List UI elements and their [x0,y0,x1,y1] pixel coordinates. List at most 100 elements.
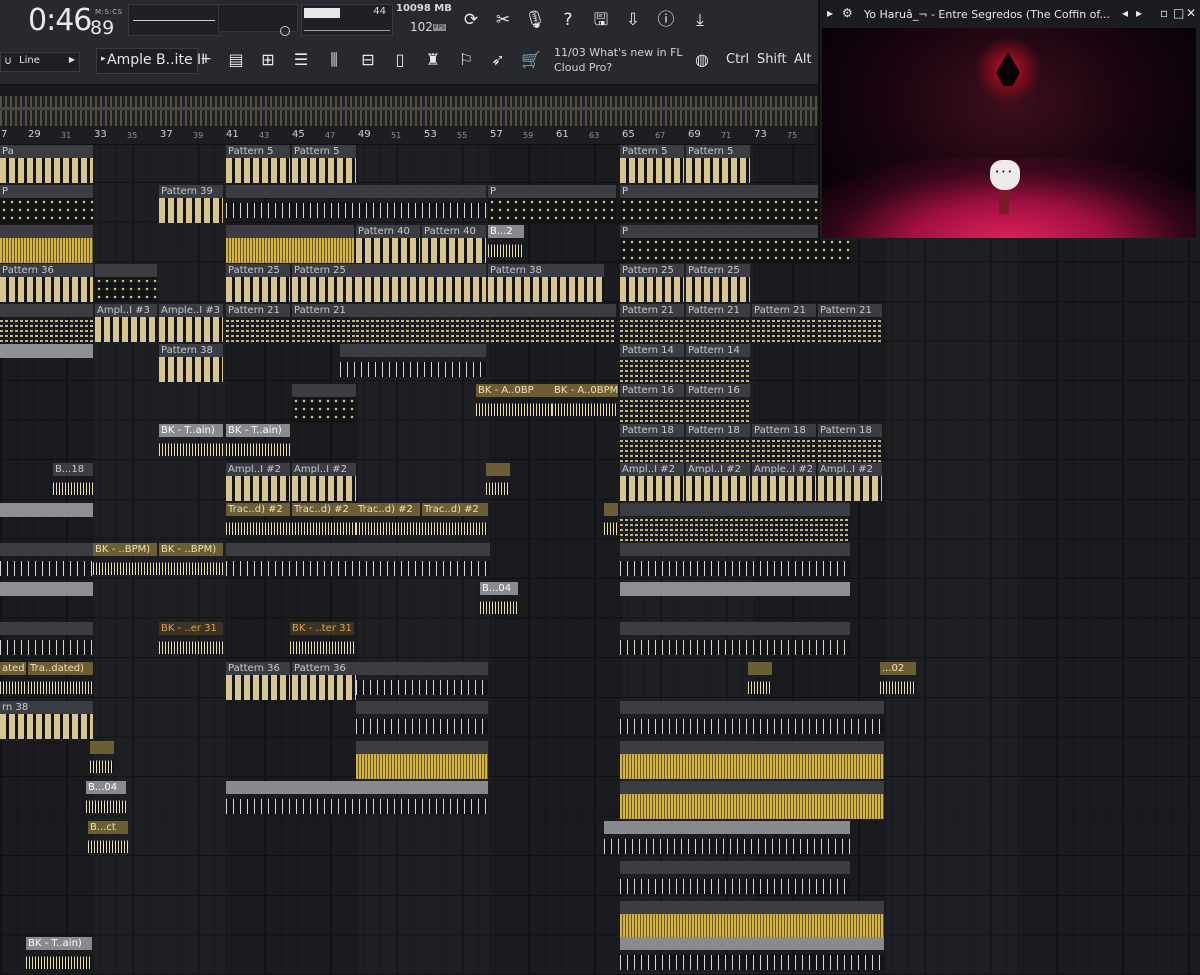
pattern-clip[interactable]: Ampl..I #2 [686,463,750,501]
menu-arrow-icon[interactable]: ▸ [827,6,833,20]
audio-clip[interactable]: Trac..d) #2 [422,503,488,541]
pattern-clip[interactable] [95,264,157,302]
pattern-clip[interactable]: Ampl..I #2 [226,463,290,501]
audio-clip[interactable]: Tra..dated) [28,662,93,700]
channel-rack-icon[interactable]: ☰ [289,48,313,72]
audio-clip[interactable]: BK - A..0BPM) [552,384,618,422]
timeline-ruler[interactable]: 7 29 31 33 35 37 39 41 43 45 47 49 51 53… [0,127,815,145]
audio-clip[interactable] [90,741,114,779]
snap-select[interactable]: ∪ Line ▶ [0,52,80,72]
pattern-clip[interactable]: rn 38 [0,701,93,739]
news-panel[interactable]: 11/03 What's new in FL Cloud Pro? [554,45,684,75]
pattern-clip[interactable] [356,304,616,342]
pattern-clip[interactable] [226,185,486,223]
prev-arrow-icon[interactable]: ◂ [1122,6,1128,20]
video-player-window[interactable]: ▸ ⚙ Yo Haruâ_¬ - Entre Segredos (The Cof… [818,0,1200,240]
automation-clip[interactable] [0,344,93,358]
pattern-clip[interactable]: Pattern 25 [620,264,684,302]
pattern-clip[interactable]: Pattern 25 [292,264,356,302]
pattern-clip[interactable]: Pattern 16 [686,384,750,422]
cart-icon[interactable]: 🛒 [519,48,543,72]
audio-clip[interactable] [620,741,884,779]
audio-clip[interactable]: BK - ..BPM) [93,543,157,581]
audio-clip[interactable] [486,463,510,501]
pattern-clip[interactable]: Pattern 18 [620,424,684,462]
pattern-clip[interactable]: Pattern 40 [422,225,486,263]
pattern-clip[interactable]: Pattern 5 [686,145,750,183]
pattern-clip[interactable]: Pattern 25 [686,264,750,302]
audio-clip[interactable]: BK - T..ain) [226,424,290,462]
pattern-clip[interactable]: Pattern 21 [818,304,882,342]
alt-key-label[interactable]: Alt [794,52,812,67]
audio-clip[interactable]: BK - A..0BP [476,384,552,422]
audio-clip[interactable] [748,662,772,700]
pattern-clip[interactable]: Pattern 5 [226,145,290,183]
pattern-clip[interactable]: P [0,185,93,223]
audio-clip[interactable]: Trac..d) #2 [292,503,356,541]
cpu-monitor[interactable]: 44 [301,4,393,36]
pattern-clip[interactable]: Pattern 14 [686,344,750,382]
pattern-clip[interactable]: Pattern 21 [226,304,290,342]
maximize-icon[interactable]: □ [1173,6,1184,20]
pattern-clip[interactable] [226,781,488,819]
playlist-grid[interactable]: Pa Pattern 5 Pattern 5 Pattern 5 Pattern… [0,145,1200,975]
audio-clip[interactable] [356,741,488,779]
pattern-clip[interactable] [0,622,93,660]
audio-clip[interactable] [620,781,884,819]
bird-icon[interactable]: ➶ [486,48,510,72]
pattern-clip[interactable]: Pa [0,145,93,183]
undo-icon[interactable]: ⟳ [459,8,483,32]
pattern-clip[interactable] [620,503,850,541]
audio-clip[interactable] [0,225,93,263]
pattern-clip[interactable]: Ampl..I #2 [620,463,684,501]
pattern-clip[interactable] [620,937,884,975]
pattern-clip[interactable]: Pattern 38 [488,264,604,302]
info-icon[interactable]: ⓘ [654,8,678,32]
audio-clip[interactable]: Trac..d) #2 [356,503,420,541]
pattern-clip[interactable] [292,384,356,422]
tempo-icon[interactable]: ⚐ [454,48,478,72]
pattern-clip[interactable]: Pattern 5 [292,145,356,183]
pattern-clip[interactable]: Ampl..I #2 [292,463,356,501]
instrument-select[interactable]: ▸ Ample B..ite II [96,48,205,74]
pattern-clip[interactable] [356,662,488,700]
audio-clip[interactable]: B...ct [88,821,128,859]
pattern-clip[interactable]: Ampl..I #3 [95,304,157,342]
audio-clip[interactable]: BK - T..ain) [159,424,223,462]
pattern-clip[interactable]: Pattern 14 [620,344,684,382]
pattern-clip[interactable] [620,701,884,739]
pattern-clip[interactable]: Pattern 5 [620,145,684,183]
automation-clip[interactable] [340,344,486,382]
globe-icon[interactable]: ◍ [692,50,712,70]
pattern-clip[interactable]: P [488,185,616,223]
pattern-clip[interactable]: Pattern 36 [226,662,290,700]
piano-roll-icon[interactable]: ⊞ [256,48,280,72]
song-position-display[interactable]: 0:46 M:S:CS 89 [28,4,122,40]
pattern-clip[interactable] [620,543,850,581]
automation-clip[interactable] [620,582,850,596]
pattern-clip[interactable] [0,304,93,342]
pattern-clip[interactable]: Pattern 38 [159,344,223,382]
render-icon[interactable]: ⇩ [621,8,645,32]
pattern-clip[interactable]: Pattern 40 [356,225,420,263]
pattern-clip[interactable]: P [620,225,850,263]
automation-clip[interactable]: BK - ..ter 31 [290,622,354,660]
next-arrow-icon[interactable]: ▸ [1136,6,1142,20]
pattern-clip[interactable]: Ampl..I #2 [818,463,882,501]
pattern-clip[interactable]: Pattern 18 [818,424,882,462]
gear-icon[interactable]: ⚙ [842,6,853,20]
automation-clip[interactable] [0,503,93,517]
pattern-clip[interactable] [226,543,490,581]
playlist-overview[interactable] [0,96,820,126]
pattern-clip[interactable]: Pattern 21 [620,304,684,342]
pattern-clip[interactable]: Pattern 18 [752,424,816,462]
audio-clip[interactable]: B...18 [53,463,93,501]
audio-clip[interactable]: BK - T..ain) [26,937,92,975]
patcher-icon[interactable]: ⊟ [356,48,380,72]
help-icon[interactable]: ? [556,8,580,32]
pattern-clip[interactable]: Pattern 36 [292,662,356,700]
close-icon[interactable]: ✕ [1186,6,1196,20]
pattern-clip[interactable]: Pattern 21 [292,304,356,342]
audio-clip[interactable]: ated) [0,662,26,700]
video-titlebar[interactable]: ▸ ⚙ Yo Haruâ_¬ - Entre Segredos (The Cof… [820,0,1200,28]
